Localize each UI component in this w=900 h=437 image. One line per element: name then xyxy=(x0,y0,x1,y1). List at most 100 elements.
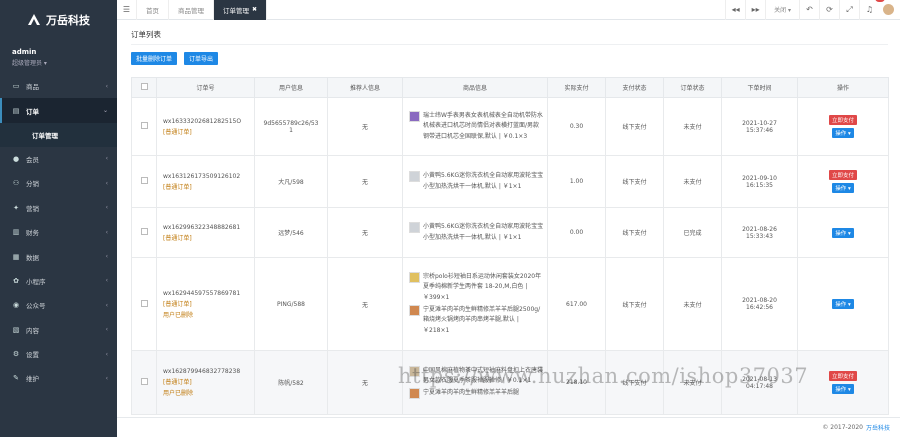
close-icon[interactable]: ✖ xyxy=(252,6,257,13)
export-button[interactable]: 订单导出 xyxy=(184,52,219,65)
paid-amount: 1.00 xyxy=(547,155,606,208)
batch-delete-button[interactable]: 批量删除订单 xyxy=(131,52,178,65)
order-deleted-note: 用户已删除 xyxy=(163,311,194,319)
tab-2[interactable]: 订单管理 ✖ xyxy=(214,0,268,20)
footer-brand-link[interactable]: 万岳科技 xyxy=(866,423,890,432)
sidebar-item-5[interactable]: ▥ 财务 ‹ xyxy=(0,220,117,244)
sidebar-item-11[interactable]: ✎ 维护 ‹ xyxy=(0,366,117,390)
tab-label: 订单管理 xyxy=(223,6,249,15)
tab-0[interactable]: 首页 xyxy=(137,0,169,20)
operations-dropdown[interactable]: 操作 ▾ xyxy=(832,128,854,138)
sidebar-item-0[interactable]: ▭ 商品 ‹ xyxy=(0,74,117,98)
product-thumbnail[interactable] xyxy=(409,305,420,316)
product-thumbnail[interactable] xyxy=(409,271,420,283)
order-time-cell: 2021-08-20 16:42:56 xyxy=(721,257,798,351)
order-status: 已完成 xyxy=(663,207,722,258)
pay-now-button[interactable]: 立即支付 xyxy=(828,115,857,125)
order-number: wx162944597557869781 xyxy=(163,289,241,297)
checkbox-cell xyxy=(131,97,157,156)
menu-icon: ✎ xyxy=(13,374,19,383)
avatar[interactable] xyxy=(883,4,894,15)
user-info: 陈帆/582 xyxy=(278,380,304,387)
fullscreen-icon[interactable]: ⤢ xyxy=(839,0,859,20)
column-header: 实际支付 xyxy=(547,77,606,98)
goods-item: 宁夏滩羊肉羊肉生鲜精修羔羊羊后腿 xyxy=(409,388,544,400)
goods-item: 宁夏滩羊肉羊肉生鲜精修羔羊羊后腿2500g/箱烧烤火锅烤肉羊肉串烤羊腿,默认 |… xyxy=(409,305,544,336)
menu-icon: ● xyxy=(12,154,20,163)
user-panel: admin 超级管理员 ▾ xyxy=(0,40,117,74)
refresh-icon[interactable]: ⟳ xyxy=(819,0,839,20)
sidebar-item-1[interactable]: ▤ 订单 ⌄ xyxy=(0,98,117,123)
goods-info-cell: 宗桥polo衫短袖日系运动休闲套装女2020年夏季纯棉新学生两件套 18-20,… xyxy=(402,257,548,351)
product-thumbnail[interactable] xyxy=(409,110,420,122)
sidebar-item-label: 数据 xyxy=(26,253,39,262)
pay-status: 线下支付 xyxy=(605,207,664,258)
notification-bell-icon[interactable]: ♫20 xyxy=(859,0,885,20)
chevron-left-icon: ‹ xyxy=(105,326,108,334)
row-checkbox[interactable] xyxy=(140,122,148,129)
user-info: 9d5655789c26/53 xyxy=(263,119,319,127)
sidebar-subitem-order-management[interactable]: 订单管理 xyxy=(0,122,117,147)
row-checkbox[interactable] xyxy=(140,177,148,184)
row-checkbox[interactable] xyxy=(140,228,148,235)
goods-text: 瑞士纬W手表男表女表机械表全自动机带防水机械表进口机芯时尚情侣对表横打蓝面/男款… xyxy=(423,111,543,140)
chevron-left-icon: ‹ xyxy=(105,253,108,261)
main-content: 订单列表 批量删除订单 订单导出 订单号 用户信息 推荐人信息 商品信息 实际支付 支付状… xyxy=(117,20,900,417)
user-info: PING/588 xyxy=(277,300,305,308)
user-role-dropdown[interactable]: 超级管理员 ▾ xyxy=(12,58,105,67)
menu-icon: ▭ xyxy=(12,82,20,91)
product-thumbnail[interactable] xyxy=(409,171,420,183)
row-checkbox[interactable] xyxy=(140,378,148,385)
order-number: wx162879946832778238 xyxy=(163,368,241,375)
sidebar-item-6[interactable]: ▦ 数据 ‹ xyxy=(0,244,117,268)
order-date: 2021-08-26 xyxy=(742,225,777,233)
order-number-cell: wx16333202681282515O [普通订单] xyxy=(156,97,255,156)
order-time: 16:15:35 xyxy=(746,181,773,189)
chevron-left-icon: ‹ xyxy=(105,301,108,309)
operations-dropdown[interactable]: 操作 ▾ xyxy=(832,299,854,309)
sidebar-item-label: 维护 xyxy=(26,375,39,384)
pay-now-button[interactable]: 立即支付 xyxy=(828,170,857,180)
chevron-left-icon: ‹ xyxy=(105,374,108,382)
operations-dropdown[interactable]: 操作 ▾ xyxy=(832,183,854,193)
pay-status: 线下支付 xyxy=(605,155,664,208)
tab-next-icon[interactable]: ▸▸ xyxy=(745,0,765,20)
row-checkbox[interactable] xyxy=(140,299,148,307)
pay-now-button[interactable]: 立即支付 xyxy=(828,371,857,381)
column-header: 订单状态 xyxy=(663,77,722,98)
order-type: [普通订单] xyxy=(163,234,192,242)
order-number-cell: wx163126173509126102 [普通订单] xyxy=(156,155,255,208)
logo[interactable]: 万岳科技 xyxy=(0,0,117,40)
sidebar-item-9[interactable]: ▧ 内容 ‹ xyxy=(0,318,117,342)
select-all-checkbox[interactable] xyxy=(140,83,148,90)
user-info-extra: 1 xyxy=(289,126,293,134)
watermark: https://www.huzhan.com/ishop37037 xyxy=(398,364,809,388)
actions-cell: 操作 ▾ xyxy=(797,207,889,258)
sidebar-item-2[interactable]: ● 会员 ‹ xyxy=(0,147,117,171)
operations-dropdown[interactable]: 操作 ▾ xyxy=(832,384,854,394)
close-tabs-dropdown[interactable]: 关闭 ▾ xyxy=(765,0,799,20)
order-number: wx163126173509126102 xyxy=(163,172,241,180)
back-icon[interactable]: ↶ xyxy=(799,0,819,20)
page-title: 订单列表 xyxy=(131,30,161,39)
sidebar-item-7[interactable]: ✿ 小程序 ‹ xyxy=(0,269,117,293)
sidebar-item-label: 公众号 xyxy=(26,302,46,311)
order-date: 2021-10-27 xyxy=(742,119,777,127)
header-checkbox-cell xyxy=(131,77,157,98)
sidebar-item-label: 内容 xyxy=(26,326,39,335)
operations-dropdown[interactable]: 操作 ▾ xyxy=(832,227,854,238)
menu-toggle-icon[interactable]: ☰ xyxy=(117,0,137,20)
sidebar-item-8[interactable]: ◉ 公众号 ‹ xyxy=(0,293,117,317)
tab-prev-icon[interactable]: ◂◂ xyxy=(725,0,745,20)
product-thumbnail[interactable] xyxy=(409,222,420,234)
sidebar-item-10[interactable]: ⚙ 设置 ‹ xyxy=(0,342,117,366)
order-type: [普通订单] xyxy=(163,379,192,386)
chevron-left-icon: ‹ xyxy=(105,277,108,285)
brand-logo-icon xyxy=(27,14,41,26)
tab-1[interactable]: 商品管理 xyxy=(169,0,214,20)
sidebar-item-3[interactable]: ⚇ 分销 ‹ xyxy=(0,171,117,195)
chevron-left-icon: ‹ xyxy=(105,228,108,236)
sidebar-item-4[interactable]: ✦ 营销 ‹ xyxy=(0,196,117,220)
product-thumbnail[interactable] xyxy=(409,388,420,400)
brand-name: 万岳科技 xyxy=(46,14,90,27)
